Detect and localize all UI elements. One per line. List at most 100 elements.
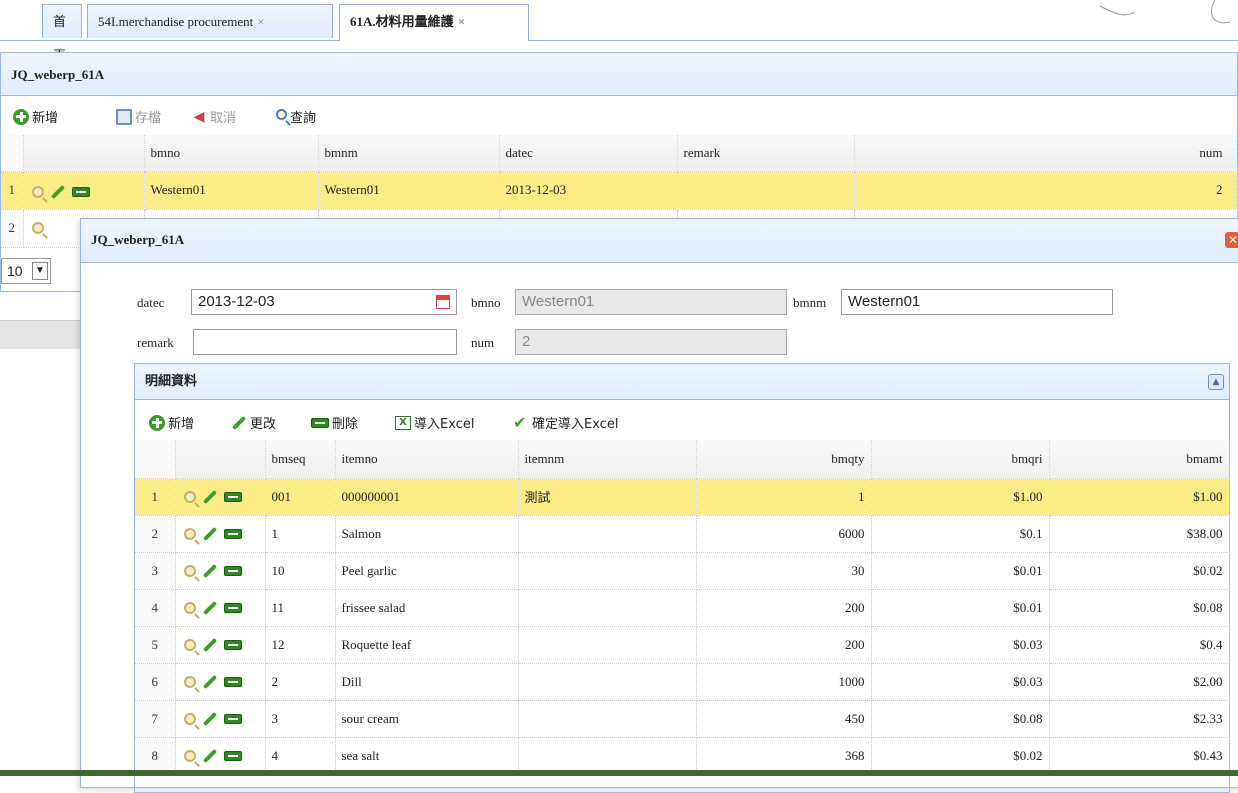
cell-itemnm — [518, 737, 697, 775]
detail-delete-button[interactable]: 刪除 — [311, 413, 358, 432]
confirm-import-excel-button[interactable]: ✔ 確定導入Excel — [513, 413, 618, 432]
delete-icon[interactable] — [223, 750, 242, 761]
tab-label: 54I.merchandise procurement — [98, 14, 254, 29]
edit-icon[interactable] — [202, 563, 217, 578]
col-header-itemno[interactable]: itemno — [335, 440, 519, 479]
save-button[interactable]: 存檔 — [116, 107, 161, 126]
table-row[interactable]: 6 2 Dill 1000 $0.03 $2.00 — [135, 663, 1230, 701]
table-row[interactable]: 7 3 sour cream 450 $0.08 $2.33 — [135, 700, 1230, 738]
dialog-title: JQ_weberp_61A — [91, 232, 185, 247]
delete-icon[interactable] — [223, 565, 242, 576]
delete-icon[interactable] — [223, 713, 242, 724]
col-header-datec[interactable]: datec — [499, 135, 678, 172]
edit-icon[interactable] — [202, 674, 217, 689]
detail-edit-button[interactable]: 更改 — [231, 413, 276, 432]
close-icon[interactable]: ✕ — [1225, 232, 1238, 248]
edit-icon[interactable] — [202, 526, 217, 541]
view-icon[interactable] — [31, 185, 44, 198]
row-number: 4 — [135, 589, 176, 627]
cell-itemno: 000000001 — [335, 478, 519, 516]
delete-icon[interactable] — [223, 602, 242, 613]
cell-bmamt: $0.4 — [1049, 626, 1230, 664]
collapse-icon[interactable]: ▲ — [1208, 374, 1224, 390]
delete-icon[interactable] — [71, 186, 90, 197]
add-button[interactable]: 新增 — [13, 107, 58, 126]
table-row[interactable]: 4 11 frissee salad 200 $0.01 $0.08 — [135, 589, 1230, 627]
edit-icon[interactable] — [202, 489, 217, 504]
delete-icon[interactable] — [223, 676, 242, 687]
delete-icon — [311, 417, 329, 428]
cell-bmamt: $0.08 — [1049, 589, 1230, 627]
col-header-remark[interactable]: remark — [677, 135, 855, 172]
col-header-bmnm[interactable]: bmnm — [318, 135, 500, 172]
plus-icon — [13, 108, 29, 125]
tab-material-usage[interactable]: 61A.材料用量維護 × — [339, 4, 529, 41]
cell-bmqty: 450 — [696, 700, 872, 738]
bmnm-input[interactable]: Western01 — [841, 289, 1113, 315]
col-header-bmamt[interactable]: bmamt — [1049, 440, 1230, 479]
edit-icon[interactable] — [50, 184, 65, 199]
view-icon[interactable] — [183, 749, 196, 762]
view-icon[interactable] — [183, 564, 196, 577]
delete-icon[interactable] — [223, 528, 242, 539]
num-input[interactable]: 2 — [515, 329, 787, 355]
edit-icon[interactable] — [202, 748, 217, 763]
page-size-select[interactable]: 10 ▼ — [1, 258, 51, 284]
edit-icon[interactable] — [202, 637, 217, 652]
cell-itemnm — [518, 700, 697, 738]
view-icon[interactable] — [183, 638, 196, 651]
col-header-bmqri[interactable]: bmqri — [871, 440, 1050, 479]
datec-input[interactable]: 2013-12-03 — [191, 289, 457, 315]
bmno-input[interactable]: Western01 — [515, 289, 787, 315]
col-header-bmseq[interactable]: bmseq — [265, 440, 336, 479]
delete-icon[interactable] — [223, 491, 242, 502]
cell-bmseq: 2 — [265, 663, 336, 701]
detail-add-button[interactable]: 新增 — [149, 413, 194, 432]
import-excel-button[interactable]: X 導入Excel — [395, 413, 474, 432]
view-icon[interactable] — [183, 601, 196, 614]
query-button[interactable]: 查詢 — [276, 107, 316, 126]
tab-home[interactable]: 首頁 — [42, 4, 82, 63]
table-row[interactable]: 1 001 000000001 測試 1 $1.00 $1.00 — [135, 478, 1230, 516]
detail-title: 明細資料 — [135, 364, 1229, 400]
cell-remark — [677, 171, 855, 210]
cell-itemnm — [518, 663, 697, 701]
bmno-label: bmno — [471, 295, 501, 310]
cell-bmamt: $2.33 — [1049, 700, 1230, 738]
view-icon[interactable] — [183, 712, 196, 725]
calendar-icon[interactable] — [436, 295, 450, 309]
cell-itemno: Dill — [335, 663, 519, 701]
view-icon[interactable] — [31, 221, 44, 234]
col-header-itemnm[interactable]: itemnm — [518, 440, 697, 479]
col-header-bmno[interactable]: bmno — [144, 135, 319, 172]
cell-itemnm: 測試 — [518, 478, 697, 516]
cell-bmno: Western01 — [144, 171, 319, 210]
cancel-button[interactable]: ◀ 取消 — [191, 107, 236, 127]
num-label: num — [471, 335, 495, 350]
table-row[interactable]: 8 4 sea salt 368 $0.02 $0.43 — [135, 737, 1230, 775]
cell-bmqri: $0.08 — [871, 700, 1050, 738]
view-icon[interactable] — [183, 490, 196, 503]
cell-bmseq: 10 — [265, 552, 336, 590]
table-row[interactable]: 5 12 Roquette leaf 200 $0.03 $0.4 — [135, 626, 1230, 664]
datec-label: datec — [137, 295, 165, 310]
cell-bmnm: Western01 — [318, 171, 500, 210]
tab-merchandise-procurement[interactable]: 54I.merchandise procurement × — [87, 4, 333, 38]
edit-icon[interactable] — [202, 711, 217, 726]
cell-bmqty: 1000 — [696, 663, 872, 701]
tab-close-icon[interactable]: × — [458, 14, 465, 29]
table-row[interactable]: 1 Western01 Western01 2013-12-03 2 — [1, 171, 1238, 210]
table-row[interactable]: 2 1 Salmon 6000 $0.1 $38.00 — [135, 515, 1230, 553]
view-icon[interactable] — [183, 527, 196, 540]
cell-bmamt: $38.00 — [1049, 515, 1230, 553]
edit-icon[interactable] — [202, 600, 217, 615]
cell-bmqri: $1.00 — [871, 478, 1050, 516]
col-header-bmqty[interactable]: bmqty — [696, 440, 872, 479]
row-number: 2 — [135, 515, 176, 553]
remark-input[interactable] — [193, 329, 457, 355]
tab-close-icon[interactable]: × — [257, 14, 264, 29]
view-icon[interactable] — [183, 675, 196, 688]
col-header-num[interactable]: num — [854, 135, 1238, 172]
table-row[interactable]: 3 10 Peel garlic 30 $0.01 $0.02 — [135, 552, 1230, 590]
delete-icon[interactable] — [223, 639, 242, 650]
